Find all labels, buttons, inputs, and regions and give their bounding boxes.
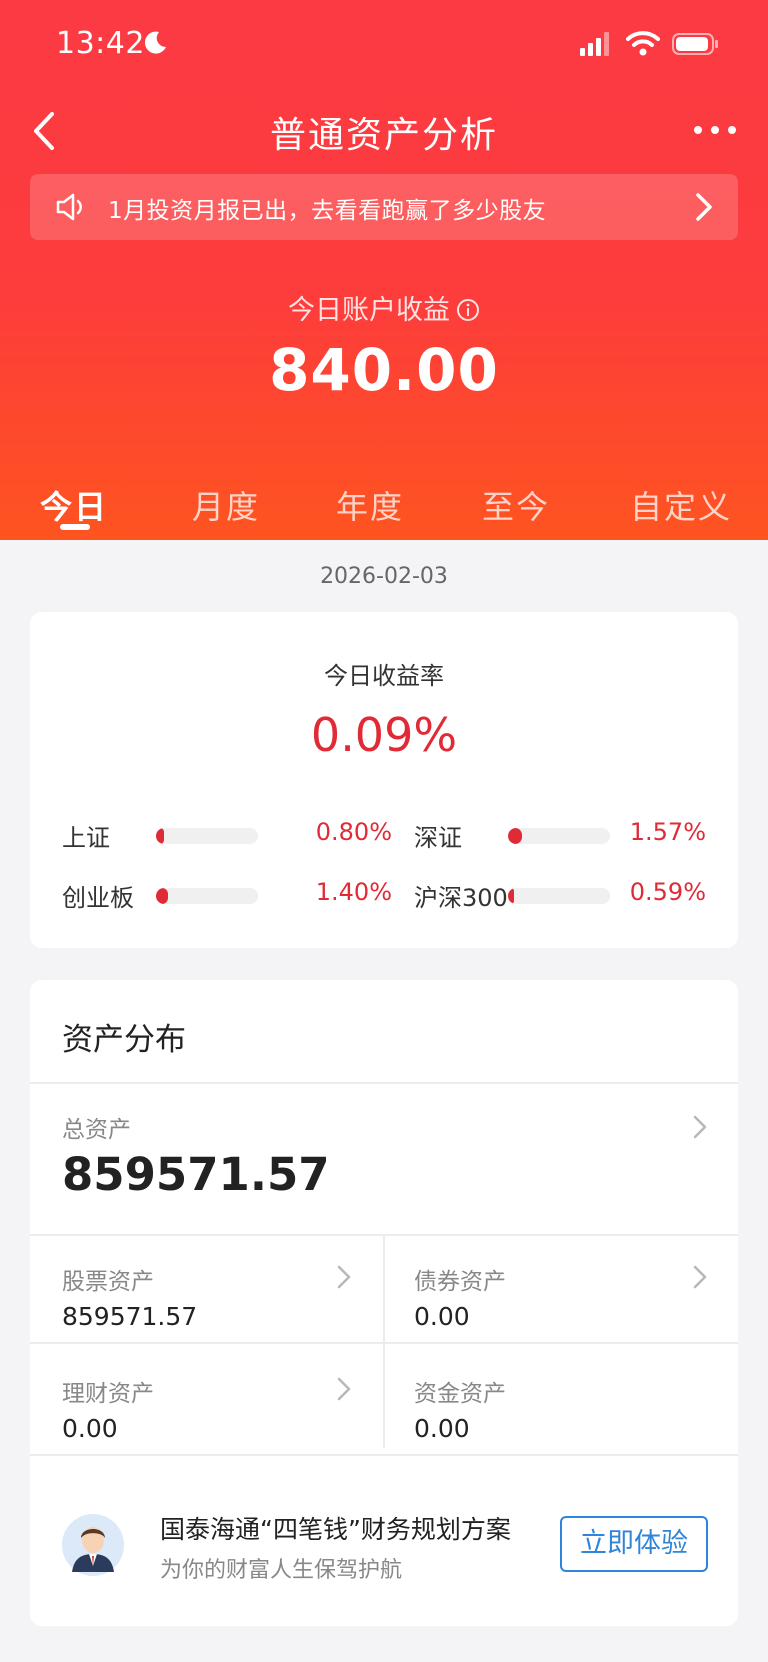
index-name: 创业板 <box>62 884 134 912</box>
profit-label: 今日账户收益 <box>288 295 450 326</box>
rate-value: 0.09% <box>310 708 458 762</box>
status-time: 13:42 <box>56 26 145 61</box>
tab-today[interactable]: 今日 <box>40 482 108 528</box>
page-title: 普通资产分析 <box>269 115 498 156</box>
stock-assets-label: 股票资产 <box>62 1269 154 1295</box>
cash-assets-value: 0.00 <box>414 1414 470 1443</box>
date-label: 2026-02-03 <box>320 564 448 589</box>
index-bar-fill <box>156 888 169 904</box>
promo-subtitle: 为你的财富人生保驾护航 <box>160 1558 403 1583</box>
divider <box>30 1082 738 1084</box>
index-value: 0.59% <box>629 878 706 906</box>
speaker-icon <box>56 193 82 221</box>
signal-icon <box>580 32 609 56</box>
tab-custom[interactable]: 自定义 <box>630 482 732 528</box>
index-name: 上证 <box>62 824 110 852</box>
return-rate-card: 今日收益率 0.09% 上证 0.80% 深证 1.57% 创业板 1.40% … <box>30 612 738 948</box>
battery-icon <box>672 33 718 55</box>
index-bar-fill <box>508 888 515 904</box>
info-icon[interactable] <box>456 298 480 322</box>
bond-assets-label: 债券资产 <box>414 1269 506 1295</box>
index-bar <box>156 888 258 904</box>
asset-distribution-card: 资产分布 总资产 859571.57 股票资产 859571.57 债券资产 0… <box>30 980 738 1626</box>
divider <box>30 1342 738 1344</box>
index-value: 1.57% <box>629 818 706 846</box>
cash-assets-label: 资金资产 <box>414 1381 506 1407</box>
chevron-right-icon <box>337 1377 351 1401</box>
index-bar-fill <box>156 828 165 844</box>
header: 13:42 普通资产分析 1月投资月报已出，去看看跑赢了多少股友 今日账户收益 … <box>0 0 768 540</box>
index-value: 0.80% <box>315 818 392 846</box>
moon-icon <box>144 31 166 54</box>
index-row: 沪深300 0.59% <box>414 874 706 914</box>
stock-assets-value: 859571.57 <box>62 1302 198 1331</box>
banner-text: 1月投资月报已出，去看看跑赢了多少股友 <box>108 198 547 224</box>
chevron-right-icon <box>696 193 712 221</box>
section-title: 资产分布 <box>62 1022 186 1058</box>
profit-value: 840.00 <box>269 336 499 404</box>
tab-year[interactable]: 年度 <box>336 482 404 528</box>
tab-to-date[interactable]: 至今 <box>482 482 550 528</box>
more-icon[interactable] <box>692 120 738 140</box>
index-row: 上证 0.80% <box>62 814 392 854</box>
active-tab-indicator <box>60 524 90 530</box>
chevron-right-icon <box>693 1115 707 1139</box>
monthly-report-banner[interactable]: 1月投资月报已出，去看看跑赢了多少股友 <box>30 174 738 240</box>
wealth-assets-value: 0.00 <box>62 1414 118 1443</box>
profit-label-row: 今日账户收益 <box>0 288 768 327</box>
index-row: 创业板 1.40% <box>62 874 392 914</box>
total-assets-label: 总资产 <box>62 1117 131 1143</box>
bond-assets-value: 0.00 <box>414 1302 470 1331</box>
try-now-button[interactable]: 立即体验 <box>560 1516 708 1572</box>
total-assets-value: 859571.57 <box>62 1148 330 1201</box>
wealth-assets-label: 理财资产 <box>62 1381 154 1407</box>
index-row: 深证 1.57% <box>414 814 706 854</box>
chevron-right-icon <box>693 1265 707 1289</box>
rate-label: 今日收益率 <box>324 662 444 690</box>
index-bar <box>508 828 610 844</box>
wifi-icon <box>626 31 660 56</box>
tab-month[interactable]: 月度 <box>192 482 260 528</box>
index-name: 深证 <box>414 824 462 852</box>
index-name: 沪深300 <box>414 884 508 912</box>
nav-bar: 普通资产分析 <box>0 100 768 162</box>
promo-title: 国泰海通“四笔钱”财务规划方案 <box>160 1515 511 1544</box>
chevron-right-icon <box>337 1265 351 1289</box>
divider <box>30 1454 738 1456</box>
divider <box>383 1234 385 1448</box>
index-bar-fill <box>508 828 523 844</box>
index-bar <box>156 828 258 844</box>
index-value: 1.40% <box>315 878 392 906</box>
advisor-avatar <box>62 1514 124 1576</box>
status-bar: 13:42 <box>0 24 768 64</box>
index-bar <box>508 888 610 904</box>
period-tabs: 今日 月度 年度 至今 自定义 <box>0 482 768 540</box>
